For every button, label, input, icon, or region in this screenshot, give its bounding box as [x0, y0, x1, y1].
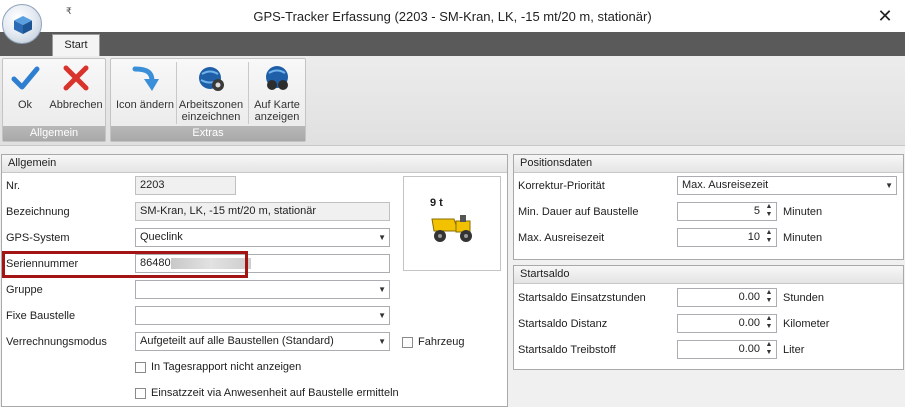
treibstoff-label: Startsaldo Treibstoff [518, 344, 616, 356]
treibstoff-unit: Liter [783, 344, 805, 356]
group-caption-allgemein: Allgemein [3, 126, 105, 141]
max-ausreisezeit-label: Max. Ausreisezeit [518, 232, 605, 244]
treibstoff-value: 0.00 [738, 343, 760, 355]
dropdown-arrow-icon: ▼ [378, 311, 386, 320]
fahrzeug-checkbox[interactable] [402, 337, 413, 348]
verrechnungsmodus-value: Aufgeteilt auf alle Baustellen (Standard… [140, 335, 334, 347]
ok-label: Ok [17, 99, 33, 111]
gps-system-value: Queclink [140, 231, 183, 243]
spinner-arrows-icon[interactable]: ▲ ▼ [764, 229, 774, 245]
einsatzstunden-unit: Stunden [783, 292, 824, 304]
auf-karte-label-1: Auf Karte [254, 99, 300, 111]
nr-field: 2203 [135, 176, 236, 195]
einsatzzeit-label: Einsatzzeit via Anwesenheit auf Baustell… [151, 387, 399, 399]
einsatzstunden-label: Startsaldo Einsatzstunden [518, 292, 646, 304]
verrechnungsmodus-select[interactable]: Aufgeteilt auf alle Baustellen (Standard… [135, 332, 390, 351]
max-ausreisezeit-value: 10 [747, 231, 760, 243]
dropdown-arrow-icon: ▼ [378, 337, 386, 346]
curved-arrow-icon [132, 66, 159, 91]
gps-system-select[interactable]: Queclink ▼ [135, 228, 390, 247]
spinner-arrows-icon[interactable]: ▲ ▼ [764, 203, 774, 219]
globe-binoculars-icon [266, 66, 288, 90]
abbrechen-label: Abbrechen [49, 99, 103, 111]
tagesrapport-label: In Tagesrapport nicht anzeigen [151, 361, 302, 373]
min-dauer-value: 5 [753, 205, 760, 217]
ribbon-tab-strip [0, 32, 905, 56]
min-dauer-label: Min. Dauer auf Baustelle [518, 206, 639, 218]
cube-icon [14, 16, 32, 34]
auf-karte-label-2: anzeigen [254, 111, 300, 123]
spinner-arrows-icon[interactable]: ▲ ▼ [764, 289, 774, 305]
allgemein-header: Allgemein [2, 155, 507, 173]
application-menu-button[interactable] [2, 4, 42, 44]
window-title: GPS-Tracker Erfassung (2203 - SM-Kran, L… [253, 9, 652, 24]
vehicle-icon-box[interactable]: 9 t [403, 176, 501, 271]
fahrzeug-label: Fahrzeug [418, 336, 465, 348]
min-dauer-spinner[interactable]: 5 ▲ ▼ [677, 202, 777, 221]
verrechnungsmodus-label: Verrechnungsmodus [6, 336, 107, 348]
ribbon-group-allgemein: Ok Abbrechen Allgemein [2, 58, 106, 142]
korrektur-prioritaet-label: Korrektur-Priorität [518, 180, 605, 192]
distanz-value: 0.00 [738, 317, 760, 329]
dumper-icon [431, 215, 472, 242]
max-ausreisezeit-unit: Minuten [783, 232, 823, 244]
ok-button[interactable]: Ok [7, 63, 43, 111]
gps-system-label: GPS-System [6, 232, 70, 244]
treibstoff-spinner[interactable]: 0.00 ▲ ▼ [677, 340, 777, 359]
abbrechen-button[interactable]: Abbrechen [47, 63, 105, 111]
dropdown-arrow-icon: ▼ [378, 233, 386, 242]
ribbon-separator [248, 62, 249, 124]
tagesrapport-checkbox[interactable] [135, 362, 146, 373]
dropdown-arrow-icon: ▼ [378, 285, 386, 294]
icon-aendern-label: Icon ändern [115, 99, 175, 111]
arbeitszonen-button[interactable]: Arbeitszonen einzeichnen [177, 63, 245, 123]
fixe-baustelle-select[interactable]: ▼ [135, 306, 390, 325]
tab-start[interactable]: Start [52, 34, 100, 56]
arbeitszonen-label-2: einzeichnen [181, 111, 241, 123]
icon-aendern-button[interactable]: Icon ändern [113, 63, 177, 111]
ribbon-separator [176, 62, 177, 124]
nr-label: Nr. [6, 180, 21, 192]
positionsdaten-header: Positionsdaten [514, 155, 903, 173]
einsatzstunden-spinner[interactable]: 0.00 ▲ ▼ [677, 288, 777, 307]
gruppe-label: Gruppe [6, 284, 43, 296]
auf-karte-button[interactable]: Auf Karte anzeigen [249, 63, 305, 123]
min-dauer-unit: Minuten [783, 206, 823, 218]
checkmark-icon [11, 66, 40, 90]
spinner-arrows-icon[interactable]: ▲ ▼ [764, 341, 774, 357]
highlight-rectangle [2, 251, 248, 278]
korrektur-prioritaet-value: Max. Ausreisezeit [682, 179, 769, 191]
einsatzzeit-checkbox[interactable] [135, 388, 146, 399]
fixe-baustelle-label: Fixe Baustelle [6, 310, 76, 322]
arbeitszonen-label-1: Arbeitszonen [178, 99, 244, 111]
globe-gear-icon [199, 67, 224, 91]
group-caption-extras: Extras [111, 126, 305, 141]
startsaldo-header: Startsaldo [514, 266, 903, 284]
cancel-x-icon [63, 65, 89, 91]
korrektur-prioritaet-select[interactable]: Max. Ausreisezeit ▼ [677, 176, 897, 195]
bezeichnung-field[interactable]: SM-Kran, LK, -15 mt/20 m, stationär [135, 202, 390, 221]
distanz-spinner[interactable]: 0.00 ▲ ▼ [677, 314, 777, 333]
spinner-arrows-icon[interactable]: ▲ ▼ [764, 315, 774, 331]
distanz-label: Startsaldo Distanz [518, 318, 608, 330]
dropdown-arrow-icon: ▼ [885, 181, 893, 190]
title-bar: ₹ GPS-Tracker Erfassung (2203 - SM-Kran,… [0, 0, 905, 32]
close-button[interactable]: ✕ [873, 4, 897, 28]
distanz-unit: Kilometer [783, 318, 830, 330]
einsatzstunden-value: 0.00 [738, 291, 760, 303]
gruppe-select[interactable]: ▼ [135, 280, 390, 299]
max-ausreisezeit-spinner[interactable]: 10 ▲ ▼ [677, 228, 777, 247]
weight-label: 9 t [430, 197, 443, 209]
bezeichnung-label: Bezeichnung [6, 206, 70, 218]
ribbon-group-extras: Icon ändern Arbeitszonen einzeichnen Auf… [110, 58, 306, 142]
